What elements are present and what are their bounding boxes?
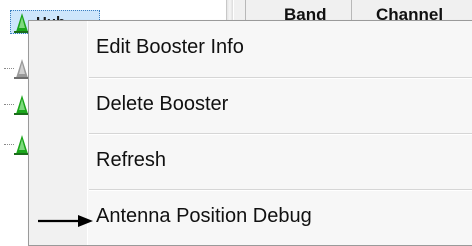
menu-item-label: Delete Booster (96, 93, 229, 115)
arrow-right-icon (38, 215, 93, 227)
menu-item-label: Antenna Position Debug (96, 205, 312, 227)
context-menu: Edit Booster Info Delete Booster Refresh… (28, 20, 472, 246)
menu-item-refresh[interactable]: Refresh (29, 134, 472, 190)
menu-item-label: Edit Booster Info (96, 36, 244, 58)
menu-item-antenna-position-debug[interactable]: Antenna Position Debug (29, 190, 472, 246)
menu-item-delete-booster[interactable]: Delete Booster (29, 78, 472, 134)
menu-item-label: Refresh (96, 149, 167, 171)
menu-item-edit-booster-info[interactable]: Edit Booster Info (29, 21, 472, 77)
